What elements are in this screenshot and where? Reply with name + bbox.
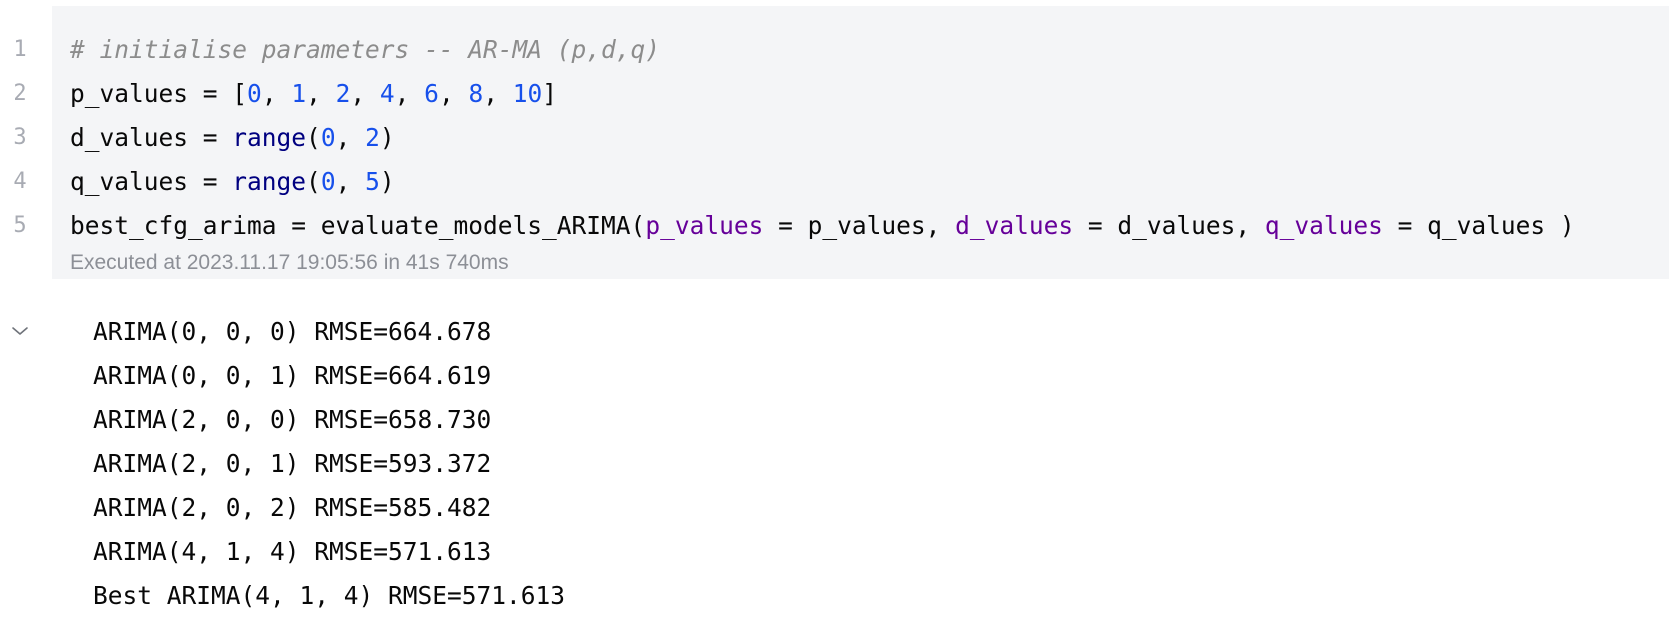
code-number: 0	[320, 123, 336, 152]
code-line-3[interactable]: d_values = range(0, 2)	[70, 116, 1669, 160]
code-separator: ,	[394, 79, 425, 108]
code-operator: =	[276, 211, 321, 240]
code-variable: q_values	[70, 167, 189, 196]
output-line: ARIMA(4, 1, 4) RMSE=571.613	[93, 537, 492, 566]
code-builtin: range	[232, 167, 307, 196]
code-separator: ,	[438, 79, 469, 108]
code-separator: ,	[483, 79, 513, 108]
code-function: evaluate_models_ARIMA	[320, 211, 631, 240]
code-line-5[interactable]: best_cfg_arima = evaluate_models_ARIMA(p…	[70, 204, 1669, 248]
code-bracket: )	[379, 123, 395, 152]
code-line-1[interactable]: # initialise parameters -- AR-MA (p,d,q)	[70, 28, 1669, 72]
chevron-down-icon-glyph	[12, 327, 28, 335]
output-line: ARIMA(2, 0, 0) RMSE=658.730	[93, 405, 492, 434]
code-number: 2	[365, 123, 380, 152]
code-comment: # initialise parameters -- AR-MA (p,d,q)	[70, 35, 661, 64]
code-operator: =	[188, 123, 233, 152]
code-number: 10	[512, 79, 543, 108]
notebook: 1 2 3 4 5 # initialise parameters -- AR-…	[0, 0, 1669, 626]
line-number: 4	[13, 169, 27, 194]
output-line: ARIMA(0, 0, 0) RMSE=664.678	[93, 317, 492, 346]
code-number: 0	[320, 167, 336, 196]
chevron-down-icon[interactable]	[8, 319, 32, 343]
code-argument-value: = p_values,	[763, 211, 956, 240]
line-number: 3	[13, 125, 27, 150]
line-number: 2	[13, 81, 27, 106]
code-keyword-argument: p_values	[645, 211, 764, 240]
code-line-2[interactable]: p_values = [0, 1, 2, 4, 6, 8, 10]	[70, 72, 1669, 116]
code-editor[interactable]: # initialise parameters -- AR-MA (p,d,q)…	[70, 28, 1669, 248]
output-line: ARIMA(0, 0, 1) RMSE=664.619	[93, 361, 492, 390]
code-separator: ,	[306, 79, 336, 108]
code-cell[interactable]: 1 2 3 4 5 # initialise parameters -- AR-…	[0, 0, 1669, 280]
code-number: 6	[424, 79, 439, 108]
code-number: 0	[247, 79, 262, 108]
code-bracket: (	[306, 167, 321, 196]
execution-info: Executed at 2023.11.17 19:05:56 in 41s 7…	[70, 251, 509, 274]
code-builtin: range	[232, 123, 307, 152]
code-bracket: (	[630, 211, 646, 240]
output-line-best: Best ARIMA(4, 1, 4) RMSE=571.613	[93, 581, 566, 610]
code-argument-value: = q_values )	[1382, 211, 1575, 240]
code-keyword-argument: d_values	[955, 211, 1074, 240]
code-number: 1	[291, 79, 307, 108]
code-bracket: ]	[542, 79, 558, 108]
code-bracket: [	[232, 79, 248, 108]
code-line-4[interactable]: q_values = range(0, 5)	[70, 160, 1669, 204]
code-argument-value: = d_values,	[1073, 211, 1265, 240]
line-number: 5	[13, 213, 27, 238]
output-line: ARIMA(2, 0, 1) RMSE=593.372	[93, 449, 492, 478]
line-number: 1	[13, 37, 27, 62]
code-number: 2	[335, 79, 351, 108]
code-operator: =	[188, 79, 233, 108]
code-keyword-argument: q_values	[1264, 211, 1383, 240]
line-number-gutter: 1 2 3 4 5	[0, 28, 40, 248]
code-operator: =	[188, 167, 233, 196]
output-text: ARIMA(0, 0, 0) RMSE=664.678 ARIMA(0, 0, …	[93, 310, 565, 618]
code-bracket: )	[379, 167, 395, 196]
code-number: 5	[365, 167, 380, 196]
code-bracket: (	[306, 123, 321, 152]
code-variable: p_values	[70, 79, 189, 108]
output-line: ARIMA(2, 0, 2) RMSE=585.482	[93, 493, 492, 522]
code-separator: ,	[335, 167, 366, 196]
code-number: 8	[468, 79, 484, 108]
code-separator: ,	[261, 79, 292, 108]
code-separator: ,	[350, 79, 380, 108]
code-variable: best_cfg_arima	[70, 211, 277, 240]
code-separator: ,	[335, 123, 366, 152]
code-variable: d_values	[70, 123, 189, 152]
code-number: 4	[379, 79, 395, 108]
